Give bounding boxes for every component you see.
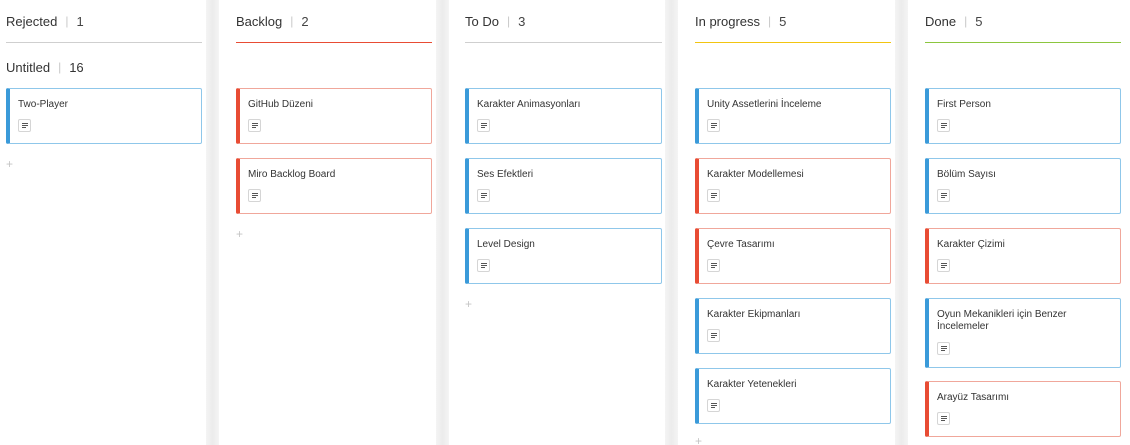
header-separator: | bbox=[290, 14, 294, 28]
column-count: 2 bbox=[301, 13, 309, 29]
card-title: Oyun Mekanikleri için Benzer İncelemeler bbox=[937, 309, 1067, 332]
task-card[interactable]: Unity Assetlerini İnceleme bbox=[695, 88, 891, 144]
column-in-progress: In progress | 5 Unity Assetlerini İncele… bbox=[689, 0, 891, 445]
group-title: Untitled bbox=[6, 59, 51, 75]
card-title: Ses Efektleri bbox=[477, 169, 534, 180]
column-header[interactable]: To Do | 3 bbox=[465, 11, 662, 31]
card-title: Karakter Ekipmanları bbox=[707, 309, 801, 320]
column-count: 3 bbox=[518, 13, 526, 29]
task-card[interactable]: Karakter Modellemesi bbox=[695, 158, 891, 214]
card-title: Karakter Animasyonları bbox=[477, 99, 581, 110]
task-card[interactable]: Bölüm Sayısı bbox=[925, 158, 1121, 214]
notes-icon bbox=[477, 259, 490, 272]
header-separator: | bbox=[964, 14, 968, 28]
column-todo: To Do | 3 Karakter Animasyonları Ses Efe… bbox=[459, 0, 662, 445]
column-count: 5 bbox=[975, 13, 983, 29]
column-divider bbox=[436, 0, 449, 445]
task-card[interactable]: Oyun Mekanikleri için Benzer İncelemeler bbox=[925, 298, 1121, 368]
task-card[interactable]: First Person bbox=[925, 88, 1121, 144]
column-color-line bbox=[925, 42, 1121, 43]
notes-icon bbox=[707, 119, 720, 132]
group-count: 16 bbox=[69, 59, 84, 75]
column-title: Backlog bbox=[236, 13, 283, 29]
task-card[interactable]: GitHub Düzeni bbox=[236, 88, 432, 144]
column-title: To Do bbox=[465, 13, 499, 29]
column-title: In progress bbox=[695, 13, 761, 29]
notes-icon bbox=[477, 119, 490, 132]
task-card[interactable]: Karakter Yetenekleri bbox=[695, 368, 891, 424]
notes-icon bbox=[248, 119, 261, 132]
column-header[interactable]: Done | 5 bbox=[925, 11, 1121, 31]
column-backlog: Backlog | 2 GitHub Düzeni Miro Backlog B… bbox=[230, 0, 432, 445]
card-title: Unity Assetlerini İnceleme bbox=[707, 99, 822, 110]
task-card[interactable]: Ses Efektleri bbox=[465, 158, 662, 214]
column-title: Rejected bbox=[6, 13, 58, 29]
task-card[interactable]: Karakter Ekipmanları bbox=[695, 298, 891, 354]
column-header[interactable]: Backlog | 2 bbox=[236, 11, 432, 31]
add-card-button[interactable]: + bbox=[695, 436, 705, 445]
header-separator: | bbox=[506, 14, 511, 28]
column-color-line bbox=[465, 42, 662, 43]
header-separator: | bbox=[65, 14, 69, 28]
column-header[interactable]: In progress | 5 bbox=[695, 11, 891, 31]
column-rejected: Rejected | 1 Untitled | 16 Two-Player + bbox=[0, 0, 202, 445]
column-divider bbox=[895, 0, 908, 445]
notes-icon bbox=[248, 189, 261, 202]
header-separator: | bbox=[768, 14, 772, 28]
column-divider bbox=[665, 0, 678, 445]
column-color-line bbox=[695, 42, 891, 43]
column-color-line bbox=[236, 42, 432, 43]
card-title: Bölüm Sayısı bbox=[937, 169, 996, 180]
column-header[interactable]: Rejected | 1 bbox=[6, 11, 202, 31]
add-card-button[interactable]: + bbox=[465, 298, 475, 310]
task-card[interactable]: Level Design bbox=[465, 228, 662, 284]
notes-icon bbox=[937, 412, 950, 425]
notes-icon bbox=[937, 342, 950, 355]
notes-icon bbox=[937, 189, 950, 202]
card-title: Two-Player bbox=[18, 99, 69, 110]
notes-icon bbox=[937, 259, 950, 272]
notes-icon bbox=[477, 189, 490, 202]
notes-icon bbox=[707, 259, 720, 272]
card-title: Arayüz Tasarımı bbox=[937, 392, 1010, 403]
card-title: Karakter Çizimi bbox=[937, 239, 1005, 250]
card-title: Karakter Modellemesi bbox=[707, 169, 804, 180]
column-divider bbox=[206, 0, 219, 445]
kanban-board: Rejected | 1 Untitled | 16 Two-Player + … bbox=[0, 0, 1130, 445]
column-count: 1 bbox=[76, 13, 84, 29]
card-title: GitHub Düzeni bbox=[248, 99, 314, 110]
task-card[interactable]: Çevre Tasarımı bbox=[695, 228, 891, 284]
task-card[interactable]: Arayüz Tasarımı bbox=[925, 381, 1121, 437]
card-title: Miro Backlog Board bbox=[248, 169, 336, 180]
column-title: Done bbox=[925, 13, 957, 29]
header-separator: | bbox=[58, 60, 62, 74]
column-color-line bbox=[6, 42, 202, 43]
notes-icon bbox=[707, 329, 720, 342]
card-title: First Person bbox=[937, 99, 991, 110]
card-title: Çevre Tasarımı bbox=[707, 239, 775, 250]
notes-icon bbox=[18, 119, 31, 132]
card-title: Level Design bbox=[477, 239, 535, 250]
column-count: 5 bbox=[779, 13, 787, 29]
add-card-button[interactable]: + bbox=[236, 228, 246, 240]
column-done: Done | 5 First Person Bölüm Sayısı Karak… bbox=[919, 0, 1121, 445]
notes-icon bbox=[937, 119, 950, 132]
card-title: Karakter Yetenekleri bbox=[707, 379, 797, 390]
task-card[interactable]: Karakter Çizimi bbox=[925, 228, 1121, 284]
task-card[interactable]: Karakter Animasyonları bbox=[465, 88, 662, 144]
notes-icon bbox=[707, 189, 720, 202]
add-card-button[interactable]: + bbox=[6, 158, 16, 170]
notes-icon bbox=[707, 399, 720, 412]
task-card[interactable]: Two-Player bbox=[6, 88, 202, 144]
task-card[interactable]: Miro Backlog Board bbox=[236, 158, 432, 214]
group-header[interactable]: Untitled | 16 bbox=[6, 58, 84, 76]
